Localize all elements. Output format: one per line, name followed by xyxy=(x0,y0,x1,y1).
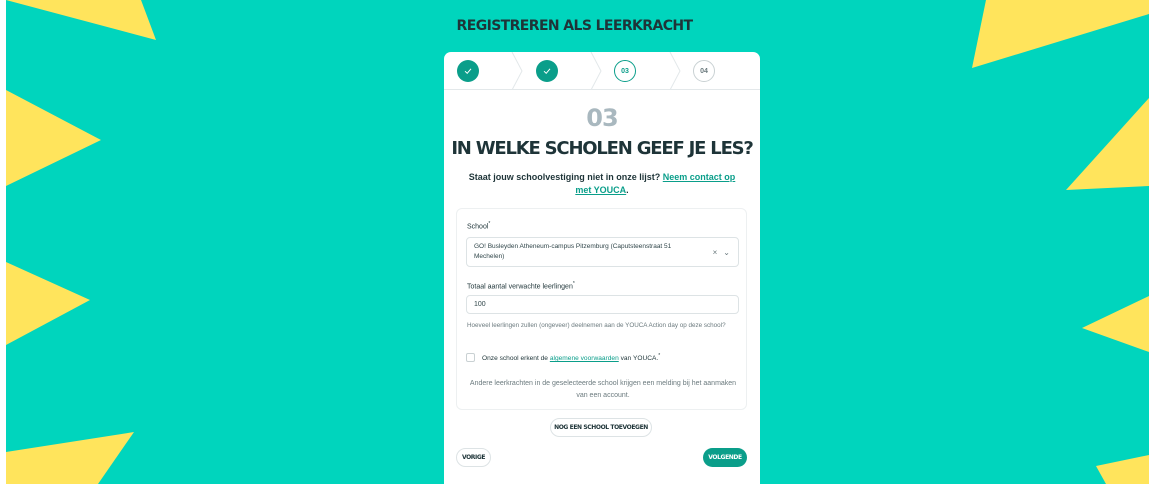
decor-triangle xyxy=(6,432,134,484)
step-3-label: 03 xyxy=(621,67,629,75)
required-mark: * xyxy=(488,221,491,227)
subtitle-end: . xyxy=(626,185,629,195)
decor-triangle xyxy=(1096,455,1149,484)
students-hint: Hoeveel leerlingen zullen (ongeveer) dee… xyxy=(467,322,726,329)
step-separator xyxy=(590,52,602,90)
previous-button[interactable]: VORIGE xyxy=(456,448,491,467)
notification-note: Andere leerkrachten in de geselecteerde … xyxy=(469,380,737,399)
school-label: School* xyxy=(467,221,490,230)
terms-text: Onze school erkent de algemene voorwaard… xyxy=(482,353,660,362)
step-3-current[interactable]: 03 xyxy=(614,60,636,82)
required-mark: * xyxy=(658,353,661,359)
terms-checkbox[interactable] xyxy=(466,353,475,363)
registration-card: 03 04 03 IN WELKE SCHOLEN GEEF JE LES? S… xyxy=(444,52,760,484)
terms-pre: Onze school erkent de xyxy=(482,355,548,363)
school-select[interactable]: GO! Busleyden Atheneum-campus Pitzemburg… xyxy=(466,237,739,267)
step-2-done[interactable] xyxy=(536,60,558,82)
stepper: 03 04 xyxy=(444,52,760,90)
select-controls: × ⌄ xyxy=(713,248,730,258)
decor-triangle xyxy=(1066,98,1149,190)
step-separator xyxy=(511,52,523,90)
students-label: Totaal aantal verwachte leerlingen* xyxy=(467,281,575,290)
chevron-down-icon[interactable]: ⌄ xyxy=(723,248,730,258)
terms-row: Onze school erkent de algemene voorwaard… xyxy=(466,353,660,362)
check-icon xyxy=(543,68,551,75)
decor-triangle xyxy=(1082,296,1149,352)
terms-link[interactable]: algemene voorwaarden xyxy=(550,355,619,362)
subtitle-text: Staat jouw schoolvestiging niet in onze … xyxy=(468,172,661,182)
step-number: 03 xyxy=(586,104,618,132)
school-form: School* GO! Busleyden Atheneum-campus Pi… xyxy=(456,208,747,410)
decor-triangle xyxy=(6,262,90,345)
school-label-text: School xyxy=(467,223,489,231)
next-button[interactable]: VOLGENDE xyxy=(703,448,747,467)
check-icon xyxy=(464,68,472,75)
step-1-done[interactable] xyxy=(457,60,479,82)
school-select-value: GO! Busleyden Atheneum-campus Pitzemburg… xyxy=(474,243,672,260)
add-school-button[interactable]: NOG EEN SCHOOL TOEVOEGEN xyxy=(550,418,652,437)
step-separator xyxy=(669,52,681,90)
decor-triangle xyxy=(972,0,1149,68)
clear-icon[interactable]: × xyxy=(713,248,718,258)
required-mark: * xyxy=(572,281,575,287)
page-title: REGISTREREN ALS LEERKRACHT xyxy=(456,18,694,34)
step-4-label: 04 xyxy=(700,67,708,75)
terms-post: van YOUCA. xyxy=(620,355,659,363)
step-subtitle: Staat jouw schoolvestiging niet in onze … xyxy=(464,171,740,197)
students-input[interactable]: 100 xyxy=(466,295,739,314)
step-title: IN WELKE SCHOLEN GEEF JE LES? xyxy=(451,138,754,159)
step-4-upcoming[interactable]: 04 xyxy=(693,60,715,82)
students-label-text: Totaal aantal verwachte leerlingen xyxy=(467,283,573,291)
decor-triangle xyxy=(6,90,101,186)
